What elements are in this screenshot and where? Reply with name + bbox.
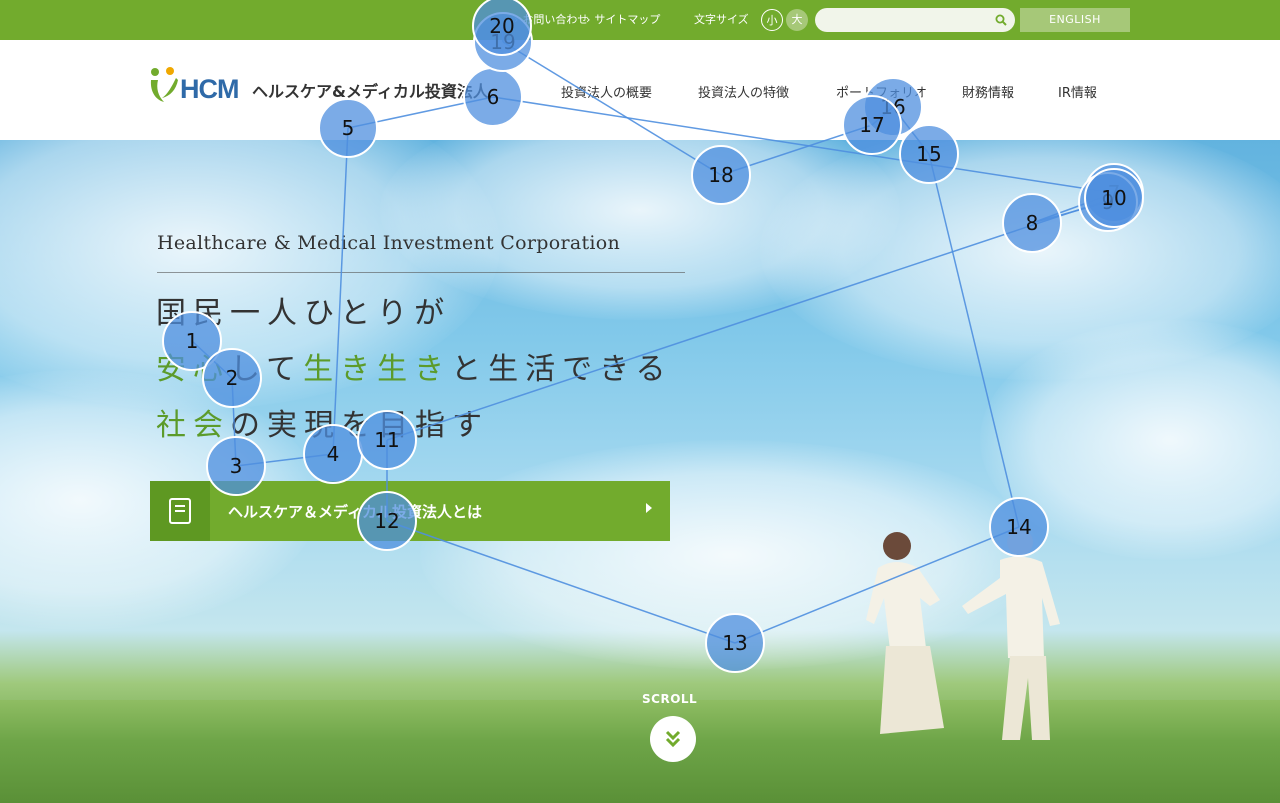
fixation-marker: 12 — [357, 491, 417, 551]
fixation-number: 3 — [230, 454, 243, 478]
gaze-path-segment — [386, 520, 736, 644]
fixation-marker: 6 — [463, 67, 523, 127]
gaze-path-segment — [502, 41, 722, 176]
fixation-number: 12 — [374, 509, 399, 533]
fixation-marker: 17 — [842, 95, 902, 155]
fixation-marker: 10 — [1084, 168, 1144, 228]
fixation-number: 6 — [487, 85, 500, 109]
gaze-fixation-overlay: 1234567891011121314151617181920 — [162, 0, 1144, 673]
fixation-marker: 4 — [303, 424, 363, 484]
fixation-number: 18 — [708, 163, 733, 187]
fixation-marker: 18 — [691, 145, 751, 205]
gaze-path-segment — [492, 96, 1115, 194]
fixation-marker: 3 — [206, 436, 266, 496]
fixation-number: 20 — [489, 14, 514, 38]
fixation-marker: 20 — [472, 0, 532, 56]
fixation-number: 4 — [327, 442, 340, 466]
fixation-number: 14 — [1006, 515, 1031, 539]
fixation-number: 15 — [916, 142, 941, 166]
fixation-number: 1 — [186, 329, 199, 353]
fixation-marker: 14 — [989, 497, 1049, 557]
gaze-path-segment — [332, 127, 349, 455]
fixation-number: 11 — [374, 428, 399, 452]
fixation-marker: 8 — [1002, 193, 1062, 253]
fixation-number: 5 — [342, 116, 355, 140]
fixation-number: 10 — [1101, 186, 1126, 210]
fixation-marker: 15 — [899, 124, 959, 184]
fixation-marker: 11 — [357, 410, 417, 470]
fixation-marker: 13 — [705, 613, 765, 673]
fixation-marker: 5 — [318, 98, 378, 158]
fixation-number: 13 — [722, 631, 747, 655]
gaze-path-segment — [734, 526, 1020, 644]
fixation-number: 2 — [226, 366, 239, 390]
fixation-number: 8 — [1026, 211, 1039, 235]
fixation-marker: 2 — [202, 348, 262, 408]
fixation-number: 17 — [859, 113, 884, 137]
